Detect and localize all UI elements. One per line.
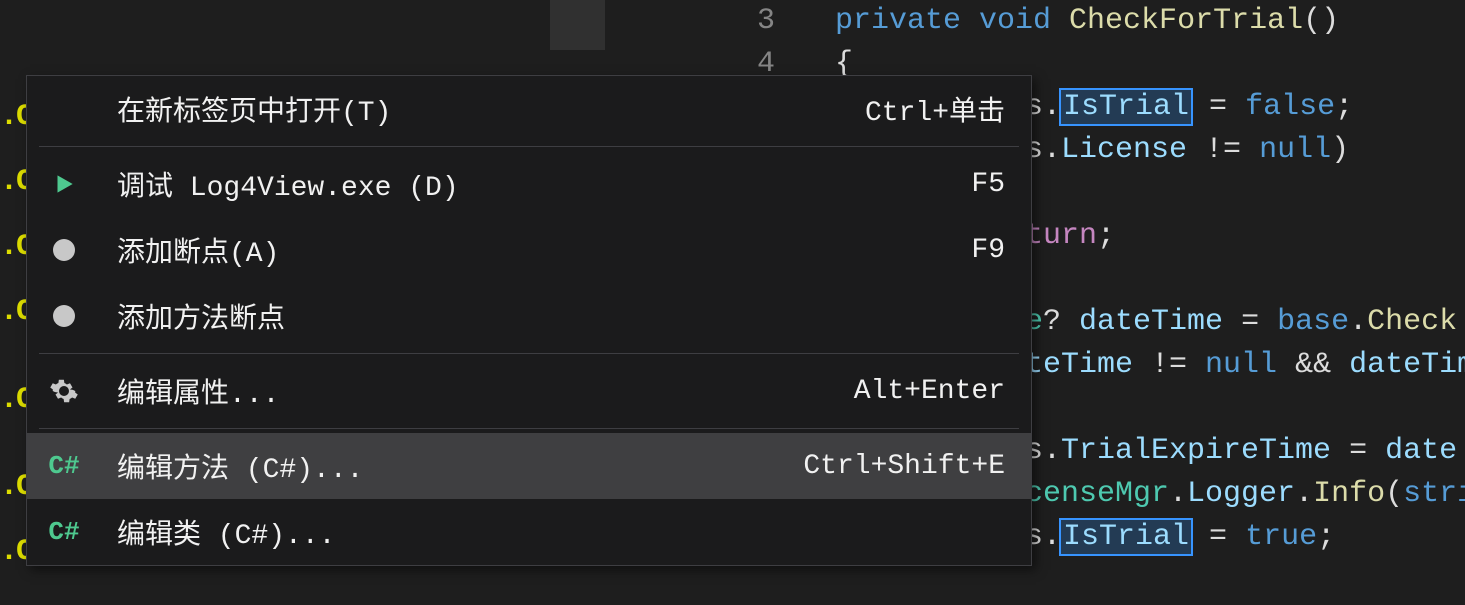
menu-item-label: 添加方法断点 xyxy=(117,296,1005,336)
gutter-mark: .C xyxy=(0,95,22,139)
menu-item-label: 添加断点(A) xyxy=(117,230,971,270)
context-menu[interactable]: 在新标签页中打开(T)Ctrl+单击调试 Log4View.exe (D)F5添… xyxy=(26,75,1032,566)
code-line: turn; xyxy=(1025,215,1115,258)
code-line: private void CheckForTrial() xyxy=(835,0,1339,43)
menu-item-label: 调试 Log4View.exe (D) xyxy=(117,164,971,204)
add-method-breakpoint[interactable]: 添加方法断点 xyxy=(27,283,1031,349)
breakpoint-icon xyxy=(41,293,87,339)
open-in-new-tab[interactable]: 在新标签页中打开(T)Ctrl+单击 xyxy=(27,76,1031,142)
code-line: teTime != null && dateTim xyxy=(1025,344,1465,387)
gutter-mark: .C xyxy=(0,160,22,204)
add-breakpoint[interactable]: 添加断点(A)F9 xyxy=(27,217,1031,283)
gutter-mark: .C xyxy=(0,530,22,574)
gutter: .C .C .C .C .C .C .C xyxy=(0,0,26,605)
csharp-icon: C# xyxy=(41,509,87,555)
blank-icon xyxy=(41,86,87,132)
code-line: s.License != null) xyxy=(1025,129,1349,172)
menu-separator xyxy=(39,146,1019,147)
code-line: s.IsTrial = false; xyxy=(1025,86,1353,129)
gear-icon xyxy=(41,368,87,414)
gutter-mark: .C xyxy=(0,290,22,334)
edit-properties[interactable]: 编辑属性...Alt+Enter xyxy=(27,358,1031,424)
menu-item-label: 编辑属性... xyxy=(117,371,854,411)
menu-separator xyxy=(39,353,1019,354)
menu-item-label: 在新标签页中打开(T) xyxy=(117,89,865,129)
code-line: censeMgr.Logger.Info(stri xyxy=(1025,473,1465,516)
debug-exe[interactable]: 调试 Log4View.exe (D)F5 xyxy=(27,151,1031,217)
gutter-mark: .C xyxy=(0,465,22,509)
breakpoint-icon xyxy=(41,227,87,273)
gutter-mark: .C xyxy=(0,225,22,269)
menu-item-shortcut: F5 xyxy=(971,169,1005,200)
menu-item-shortcut: Ctrl+单击 xyxy=(865,89,1005,129)
menu-item-shortcut: Alt+Enter xyxy=(854,376,1005,407)
gutter-mark: .C xyxy=(0,378,22,422)
menu-item-label: 编辑类 (C#)... xyxy=(117,512,1005,552)
csharp-icon: C# xyxy=(41,443,87,489)
menu-item-shortcut: F9 xyxy=(971,235,1005,266)
menu-item-label: 编辑方法 (C#)... xyxy=(117,446,803,486)
code-line: s.TrialExpireTime = date xyxy=(1025,430,1457,473)
line-number: 3 xyxy=(675,0,775,43)
play-icon xyxy=(41,161,87,207)
minimap[interactable] xyxy=(550,0,605,50)
edit-method-csharp[interactable]: C# 编辑方法 (C#)...Ctrl+Shift+E xyxy=(27,433,1031,499)
code-line: s.IsTrial = true; xyxy=(1025,516,1335,559)
edit-class-csharp[interactable]: C# 编辑类 (C#)... xyxy=(27,499,1031,565)
code-line: e? dateTime = base.Check xyxy=(1025,301,1457,344)
menu-item-shortcut: Ctrl+Shift+E xyxy=(803,451,1005,482)
menu-separator xyxy=(39,428,1019,429)
